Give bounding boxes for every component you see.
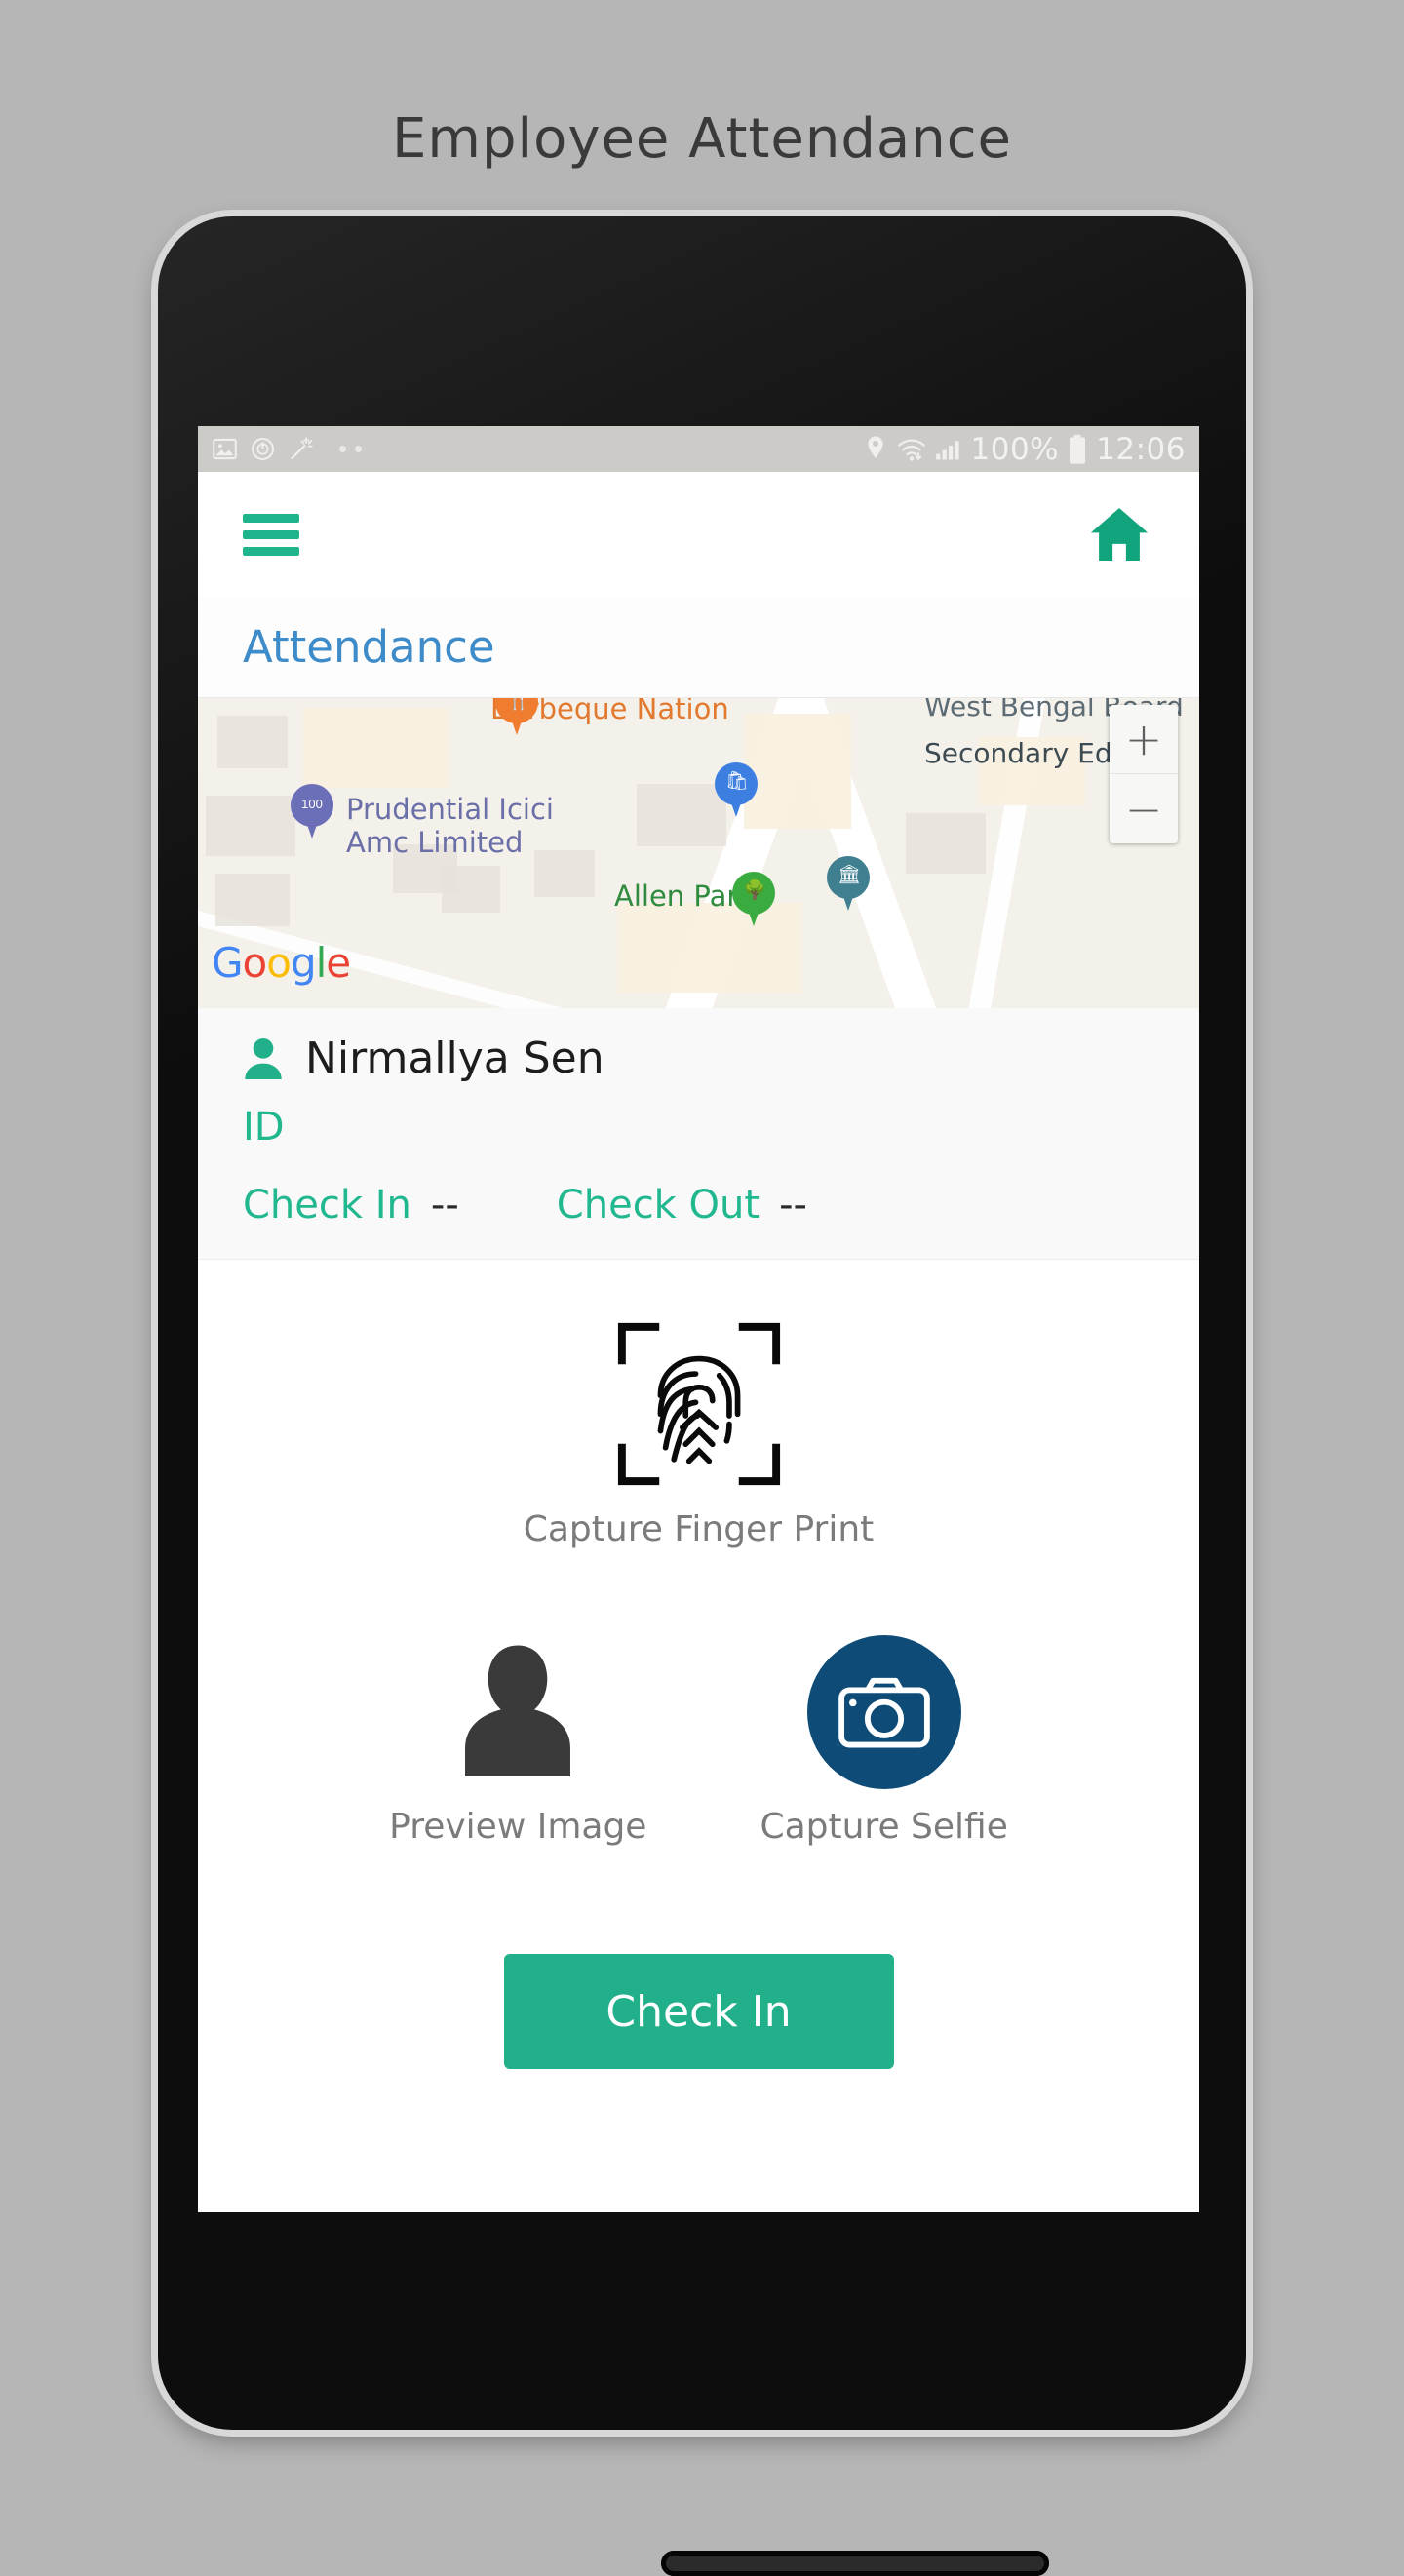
status-bar-left [212,436,362,462]
employee-info-card: Nirmallya Sen ID Check In -- Check Out -… [198,1008,1199,1260]
wifi-icon [897,438,925,461]
map-label-line2: Amc Limited [346,826,524,860]
map-zoom-controls[interactable]: + − [1110,705,1178,843]
employee-id-label: ID [243,1105,285,1150]
check-out-value: -- [779,1183,807,1228]
restaurant-marker[interactable]: 🍴 [495,698,538,737]
capture-options-row: Preview Image Capture Selfie [198,1635,1199,1847]
attendance-header: Attendance [198,597,1199,698]
map-building [906,813,986,874]
person-icon [245,1037,282,1079]
capture-fingerprint-label: Capture Finger Print [523,1509,875,1549]
check-out-label: Check Out [556,1183,760,1228]
magic-wand-icon [291,437,313,460]
signal-bars-icon [935,440,959,459]
museum-marker[interactable]: 🏛 [827,856,870,913]
capture-selfie-label: Capture Selfie [760,1807,1008,1847]
employee-name: Nirmallya Sen [305,1034,604,1083]
status-bar-right: 100% 12:06 [863,432,1186,467]
map-view[interactable]: Barbeque Nation West Bengal Board Second… [198,698,1199,1008]
page-section-title: Attendance [243,621,495,673]
status-bar: 100% 12:06 [198,426,1199,472]
check-in-button[interactable]: Check In [503,1954,894,2069]
battery-icon [1070,434,1086,464]
home-icon[interactable] [1084,502,1154,566]
shopping-marker[interactable]: 🛍 [715,762,758,819]
map-building [442,866,500,913]
map-building [637,784,726,846]
preview-image-button[interactable]: Preview Image [389,1635,646,1847]
phone-screen: 100% 12:06 Attendance Barbeque Nation We… [198,426,1199,2212]
map-zoom-in-button[interactable]: + [1110,705,1178,774]
capture-fingerprint-button[interactable]: Capture Finger Print [198,1320,1199,1549]
map-building [217,716,288,768]
primary-action-row: Check In [198,1954,1199,2069]
capture-selfie-button[interactable]: Capture Selfie [760,1635,1008,1847]
map-building [744,714,851,829]
map-building [303,708,449,788]
map-zoom-out-button[interactable]: − [1110,774,1178,843]
check-times-row: Check In -- Check Out -- [243,1183,1154,1228]
preview-image-label: Preview Image [389,1807,647,1847]
fingerprint-scan-icon [617,1322,780,1486]
actions-body: Capture Finger Print Preview Image Captu… [198,1260,1199,2069]
clock-label: 12:06 [1096,431,1186,467]
app-bar [198,472,1199,597]
employee-name-row: Nirmallya Sen [243,1034,1154,1083]
image-icon [213,438,237,460]
location-pin-icon [867,435,883,458]
map-building [206,796,295,856]
selfie-circle-background [806,1635,961,1789]
more-dots-icon [339,446,362,452]
bank-atm-marker[interactable]: 100 [291,784,333,840]
map-label-line1: Prudential Icici [346,793,554,826]
google-logo: Google [212,939,351,987]
timer-icon [252,438,274,460]
check-in-value: -- [430,1183,459,1228]
page-title: Employee Attendance [392,107,1012,171]
battery-percent-label: 100% [970,431,1060,467]
hamburger-menu-icon[interactable] [243,506,299,564]
person-avatar-icon [465,1645,571,1776]
map-label-prudential-icici: Prudential Icici Amc Limited [346,793,554,859]
bottom-speaker [661,2551,1049,2576]
check-in-label: Check In [243,1183,411,1228]
park-marker[interactable]: 🌳 [732,872,775,928]
map-building [215,874,290,926]
camera-icon [838,1677,930,1748]
